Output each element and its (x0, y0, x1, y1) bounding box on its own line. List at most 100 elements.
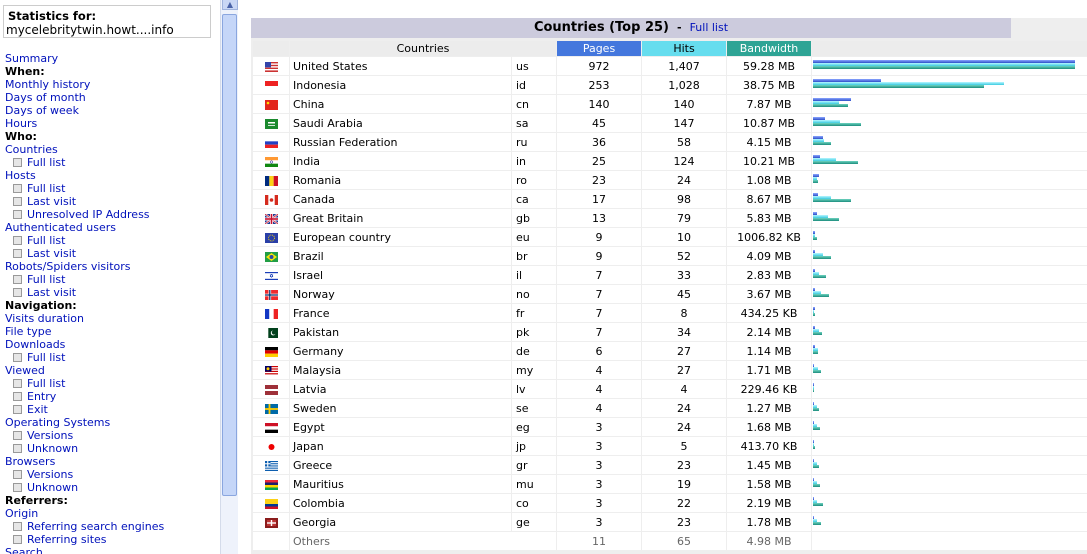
country-code: de (512, 342, 556, 360)
menu-link[interactable]: Countries (5, 143, 217, 156)
submenu-bullet-icon (13, 248, 22, 258)
menu-list: Summary When: Monthly history Days of month… (5, 52, 217, 554)
menu-item-label: Search (5, 546, 43, 554)
menu-item-label: Full list (27, 182, 66, 195)
country-code: eu (512, 228, 556, 246)
table-row: Great Britain gb 13 79 5.83 MB (253, 209, 1087, 227)
flag-cell (253, 494, 289, 512)
country-name: Colombia (290, 494, 511, 512)
table-row: Norway no 7 45 3.67 MB (253, 285, 1087, 303)
scrollbar[interactable]: ▲ (220, 0, 238, 554)
bandwidth-bar (813, 199, 851, 202)
pages-value: 3 (557, 475, 641, 493)
submenu-bullet-icon (13, 404, 22, 414)
bandwidth-bar (813, 237, 817, 240)
table-row: Japan jp 3 5 413.70 KB (253, 437, 1087, 455)
menu-link[interactable]: Robots/Spiders visitors (5, 260, 217, 273)
menu-subitem[interactable]: Full list (5, 182, 217, 195)
table-row: Saudi Arabia sa 45 147 10.87 MB (253, 114, 1087, 132)
submenu-bullet-icon (13, 521, 22, 531)
menu-link[interactable]: File type (5, 325, 217, 338)
menu-link[interactable]: Downloads (5, 338, 217, 351)
hits-value: 10 (642, 228, 726, 246)
menu-subitem[interactable]: Versions (5, 429, 217, 442)
pages-value: 6 (557, 342, 641, 360)
menu-subitem[interactable]: Referring sites (5, 533, 217, 546)
menu-link[interactable]: Operating Systems (5, 416, 217, 429)
menu-subitem[interactable]: Full list (5, 273, 217, 286)
table-row: Mauritius mu 3 19 1.58 MB (253, 475, 1087, 493)
hits-value: 19 (642, 475, 726, 493)
menu-link[interactable]: Viewed (5, 364, 217, 377)
menu-subitem[interactable]: Unknown (5, 481, 217, 494)
bar-graph-cell (812, 228, 1087, 246)
menu-subitem[interactable]: Referring search engines (5, 520, 217, 533)
bandwidth-bar (813, 503, 823, 506)
menu-subitem[interactable]: Versions (5, 468, 217, 481)
menu-subitem[interactable]: Last visit (5, 286, 217, 299)
scroll-up-arrow-icon[interactable]: ▲ (222, 0, 238, 10)
countries-panel: Countries (Top 25) - Full list Countries P… (251, 18, 1087, 554)
menu-link[interactable]: Authenticated users (5, 221, 217, 234)
menu-subitem[interactable]: Exit (5, 403, 217, 416)
menu-link[interactable]: Hours (5, 117, 217, 130)
bandwidth-bar (813, 427, 820, 430)
country-name: United States (290, 57, 511, 75)
bandwidth-bar (813, 66, 1075, 69)
country-code: ru (512, 133, 556, 151)
country-name: Greece (290, 456, 511, 474)
flag-cell (253, 532, 289, 550)
country-code: in (512, 152, 556, 170)
menu-item-label: Viewed (5, 364, 45, 377)
bar-graph-cell (812, 76, 1087, 94)
table-row: United States us 972 1,407 59.28 MB (253, 57, 1087, 75)
hits-value: 23 (642, 513, 726, 531)
submenu-bullet-icon (13, 274, 22, 284)
menu-subitem[interactable]: Unresolved IP Address (5, 208, 217, 221)
stats-for-box: Statistics for: mycelebritytwin.howt....… (3, 5, 211, 38)
menu-link[interactable]: Browsers (5, 455, 217, 468)
flag-us-icon (264, 61, 278, 72)
bar-graph-cell (812, 361, 1087, 379)
menu-link[interactable]: Search (5, 546, 217, 554)
bandwidth-value: 434.25 KB (727, 304, 811, 322)
menu-link[interactable]: Visits duration (5, 312, 217, 325)
flag-cell (253, 475, 289, 493)
country-name: Norway (290, 285, 511, 303)
country-code: pk (512, 323, 556, 341)
header-flag-col (253, 41, 289, 56)
bandwidth-value: 2.19 MB (727, 494, 811, 512)
menu-link[interactable]: Monthly history (5, 78, 217, 91)
hits-value: 140 (642, 95, 726, 113)
menu-subitem[interactable]: Unknown (5, 442, 217, 455)
menu-link[interactable]: Days of week (5, 104, 217, 117)
menu-subitem[interactable]: Last visit (5, 195, 217, 208)
menu-subitem[interactable]: Full list (5, 351, 217, 364)
menu-subitem[interactable]: Full list (5, 234, 217, 247)
flag-cell (253, 228, 289, 246)
pages-value: 3 (557, 456, 641, 474)
country-name: Great Britain (290, 209, 511, 227)
menu-link[interactable]: Hosts (5, 169, 217, 182)
flag-co-icon (264, 498, 278, 509)
country-name: China (290, 95, 511, 113)
pages-value: 972 (557, 57, 641, 75)
full-list-link[interactable]: Full list (690, 21, 728, 34)
hits-value: 124 (642, 152, 726, 170)
menu-subitem[interactable]: Full list (5, 377, 217, 390)
menu-link[interactable]: Origin (5, 507, 217, 520)
bandwidth-value: 2.14 MB (727, 323, 811, 341)
menu-item-label: Visits duration (5, 312, 84, 325)
scroll-thumb[interactable] (222, 14, 237, 496)
pages-value: 3 (557, 418, 641, 436)
menu-subitem[interactable]: Full list (5, 156, 217, 169)
menu-item-label: Full list (27, 377, 66, 390)
table-row: Colombia co 3 22 2.19 MB (253, 494, 1087, 512)
menu-link[interactable]: Summary (5, 52, 217, 65)
submenu-bullet-icon (13, 235, 22, 245)
menu-subitem[interactable]: Last visit (5, 247, 217, 260)
menu-link[interactable]: Days of month (5, 91, 217, 104)
flag-cell (253, 171, 289, 189)
menu-subitem[interactable]: Entry (5, 390, 217, 403)
flag-cell (253, 418, 289, 436)
